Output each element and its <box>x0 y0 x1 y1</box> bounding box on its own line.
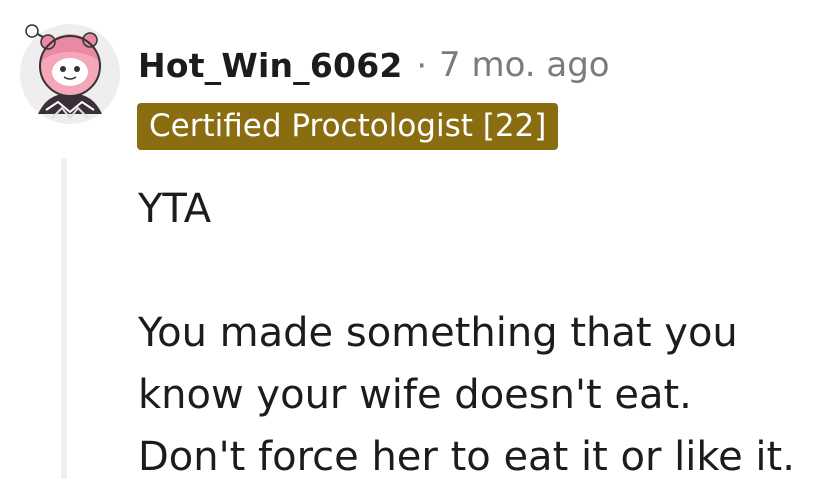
comment-text-line: You made something that you <box>138 310 738 356</box>
comment-text-line: YTA <box>138 186 212 232</box>
comment-header: Hot_Win_6062 · 7 mo. ago <box>138 40 610 90</box>
meta-separator: · <box>416 45 428 85</box>
thread-collapse-line[interactable] <box>61 158 67 479</box>
username-link[interactable]: Hot_Win_6062 <box>138 46 403 85</box>
comment-timestamp-link[interactable]: 7 mo. ago <box>439 45 610 85</box>
user-avatar-icon[interactable] <box>18 22 122 126</box>
user-flair-badge: Certified Proctologist [22] <box>137 103 559 150</box>
comment-body: YTA You made something that you know you… <box>138 178 818 488</box>
comment-text-line: know your wife doesn't eat. <box>138 372 692 418</box>
